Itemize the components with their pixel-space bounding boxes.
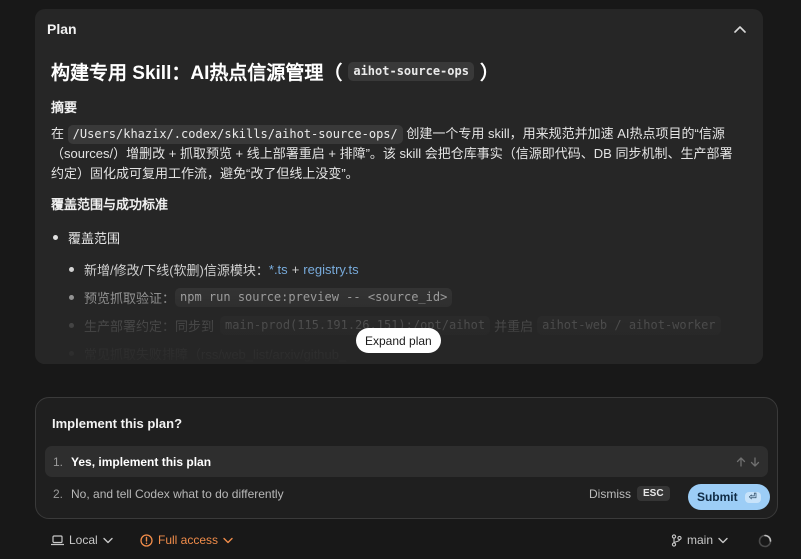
chevron-down-icon [718, 537, 728, 543]
bullet-dot [69, 350, 74, 356]
plan-title-code: aihot-source-ops [348, 61, 474, 81]
plan-title-suffix: ） [479, 62, 499, 84]
option-number: 2. [53, 487, 64, 501]
option-nav-arrows [736, 456, 760, 467]
esc-key-hint: ESC [637, 486, 670, 501]
arrow-up-icon [736, 456, 746, 467]
sub4-text: 常见抓取失败排障（rss/web_list/arxiv/github_ [84, 346, 347, 362]
plan-body: 构建专用 Skill：AI热点信源管理（ aihot-source-ops ） … [51, 57, 745, 364]
summary-path-code: /Users/khazix/.codex/skills/aihot-source… [67, 125, 403, 144]
access-level-label: Full access [158, 533, 219, 547]
dismiss-button[interactable]: Dismiss ESC [589, 486, 670, 501]
summary-text-1: 创建一个专用 skill，用来规范并加速 AI热点项目的“信源 [406, 126, 725, 141]
option-implement-label: Yes, implement this plan [71, 454, 212, 469]
summary-heading: 摘要 [51, 100, 78, 115]
chevron-down-icon [102, 537, 113, 543]
bullet-dot [69, 322, 74, 328]
preview-command-code: npm run source:preview -- <source_id> [175, 287, 453, 307]
ts-file-link[interactable]: *.ts [269, 262, 288, 277]
enter-key-icon: ⏎ [744, 491, 762, 503]
summary-text-2: （sources/）增删改 + 抓取预览 + 线上部署重启 + 排障”。该 sk… [51, 146, 733, 161]
environment-select[interactable]: Local [51, 533, 113, 547]
spinner-icon [758, 534, 772, 548]
branch-select[interactable]: main [671, 533, 728, 547]
implement-panel: Implement this plan? 1. Yes, implement t… [35, 397, 778, 519]
scope-heading: 覆盖范围与成功标准 [51, 197, 169, 212]
option-decline-label: No, and tell Codex what to do differentl… [71, 487, 284, 501]
summary-paragraph: 在 /Users/khazix/.codex/skills/aihot-sour… [51, 124, 745, 184]
bottom-bar: Local Full access main [0, 530, 801, 554]
sub1-text: 新增/修改/下线(软删)信源模块： [84, 262, 269, 278]
expand-plan-button[interactable]: Expand plan [356, 328, 441, 353]
git-branch-icon [671, 533, 682, 547]
list-item: 新增/修改/下线(软删)信源模块： *.ts + registry.ts [67, 255, 745, 283]
dismiss-label: Dismiss [589, 486, 631, 501]
arrow-down-icon [750, 456, 760, 467]
sub2-text: 预览抓取验证： [84, 290, 176, 306]
environment-label: Local [69, 533, 98, 547]
sub1-plus: + [291, 261, 300, 277]
plan-title: 构建专用 Skill：AI热点信源管理（ aihot-source-ops ） [51, 57, 745, 85]
sub3-text-2: 并重启 [494, 318, 534, 334]
chevron-down-icon [223, 537, 233, 543]
bullet-dot [53, 234, 58, 240]
collapse-plan-button[interactable] [731, 20, 749, 38]
access-level-select[interactable]: Full access [140, 533, 233, 547]
chevron-up-icon [734, 26, 746, 33]
plan-card: Plan 构建专用 Skill：AI热点信源管理（ aihot-source-o… [35, 9, 763, 364]
branch-label: main [687, 533, 714, 547]
laptop-icon [51, 534, 64, 545]
implement-question: Implement this plan? [52, 416, 183, 431]
option-decline[interactable]: 2. No, and tell Codex what to do differe… [53, 487, 284, 501]
option-implement[interactable]: 1. Yes, implement this plan [45, 446, 768, 477]
restart-services-code: aihot-web / aihot-worker [537, 315, 721, 335]
warning-circle-icon [140, 533, 153, 547]
summary-text-3: 约定）固化成可复用工作流，避免“改了但线上没变”。 [51, 166, 359, 181]
bullet-scope-label: 覆盖范围 [68, 230, 121, 246]
submit-label: Submit [696, 490, 738, 504]
option-number: 1. [53, 454, 64, 469]
plan-title-prefix: 构建专用 Skill：AI热点信源管理（ [51, 62, 343, 84]
sub3-text-1: 生产部署约定：同步到 [84, 318, 215, 334]
deploy-target-code: main-prod(115.191.26.151):/opt/aihot [220, 315, 491, 335]
bullet-dot [69, 266, 74, 272]
list-item: 预览抓取验证： npm run source:preview -- <sourc… [67, 283, 745, 311]
plan-header: Plan [47, 19, 749, 39]
submit-button[interactable]: Submit ⏎ [688, 484, 770, 510]
registry-file-link[interactable]: registry.ts [303, 262, 358, 277]
bullet-dot [69, 294, 74, 300]
plan-header-label: Plan [47, 21, 77, 37]
summary-pre: 在 [51, 126, 65, 141]
list-item: 覆盖范围 [51, 227, 745, 247]
